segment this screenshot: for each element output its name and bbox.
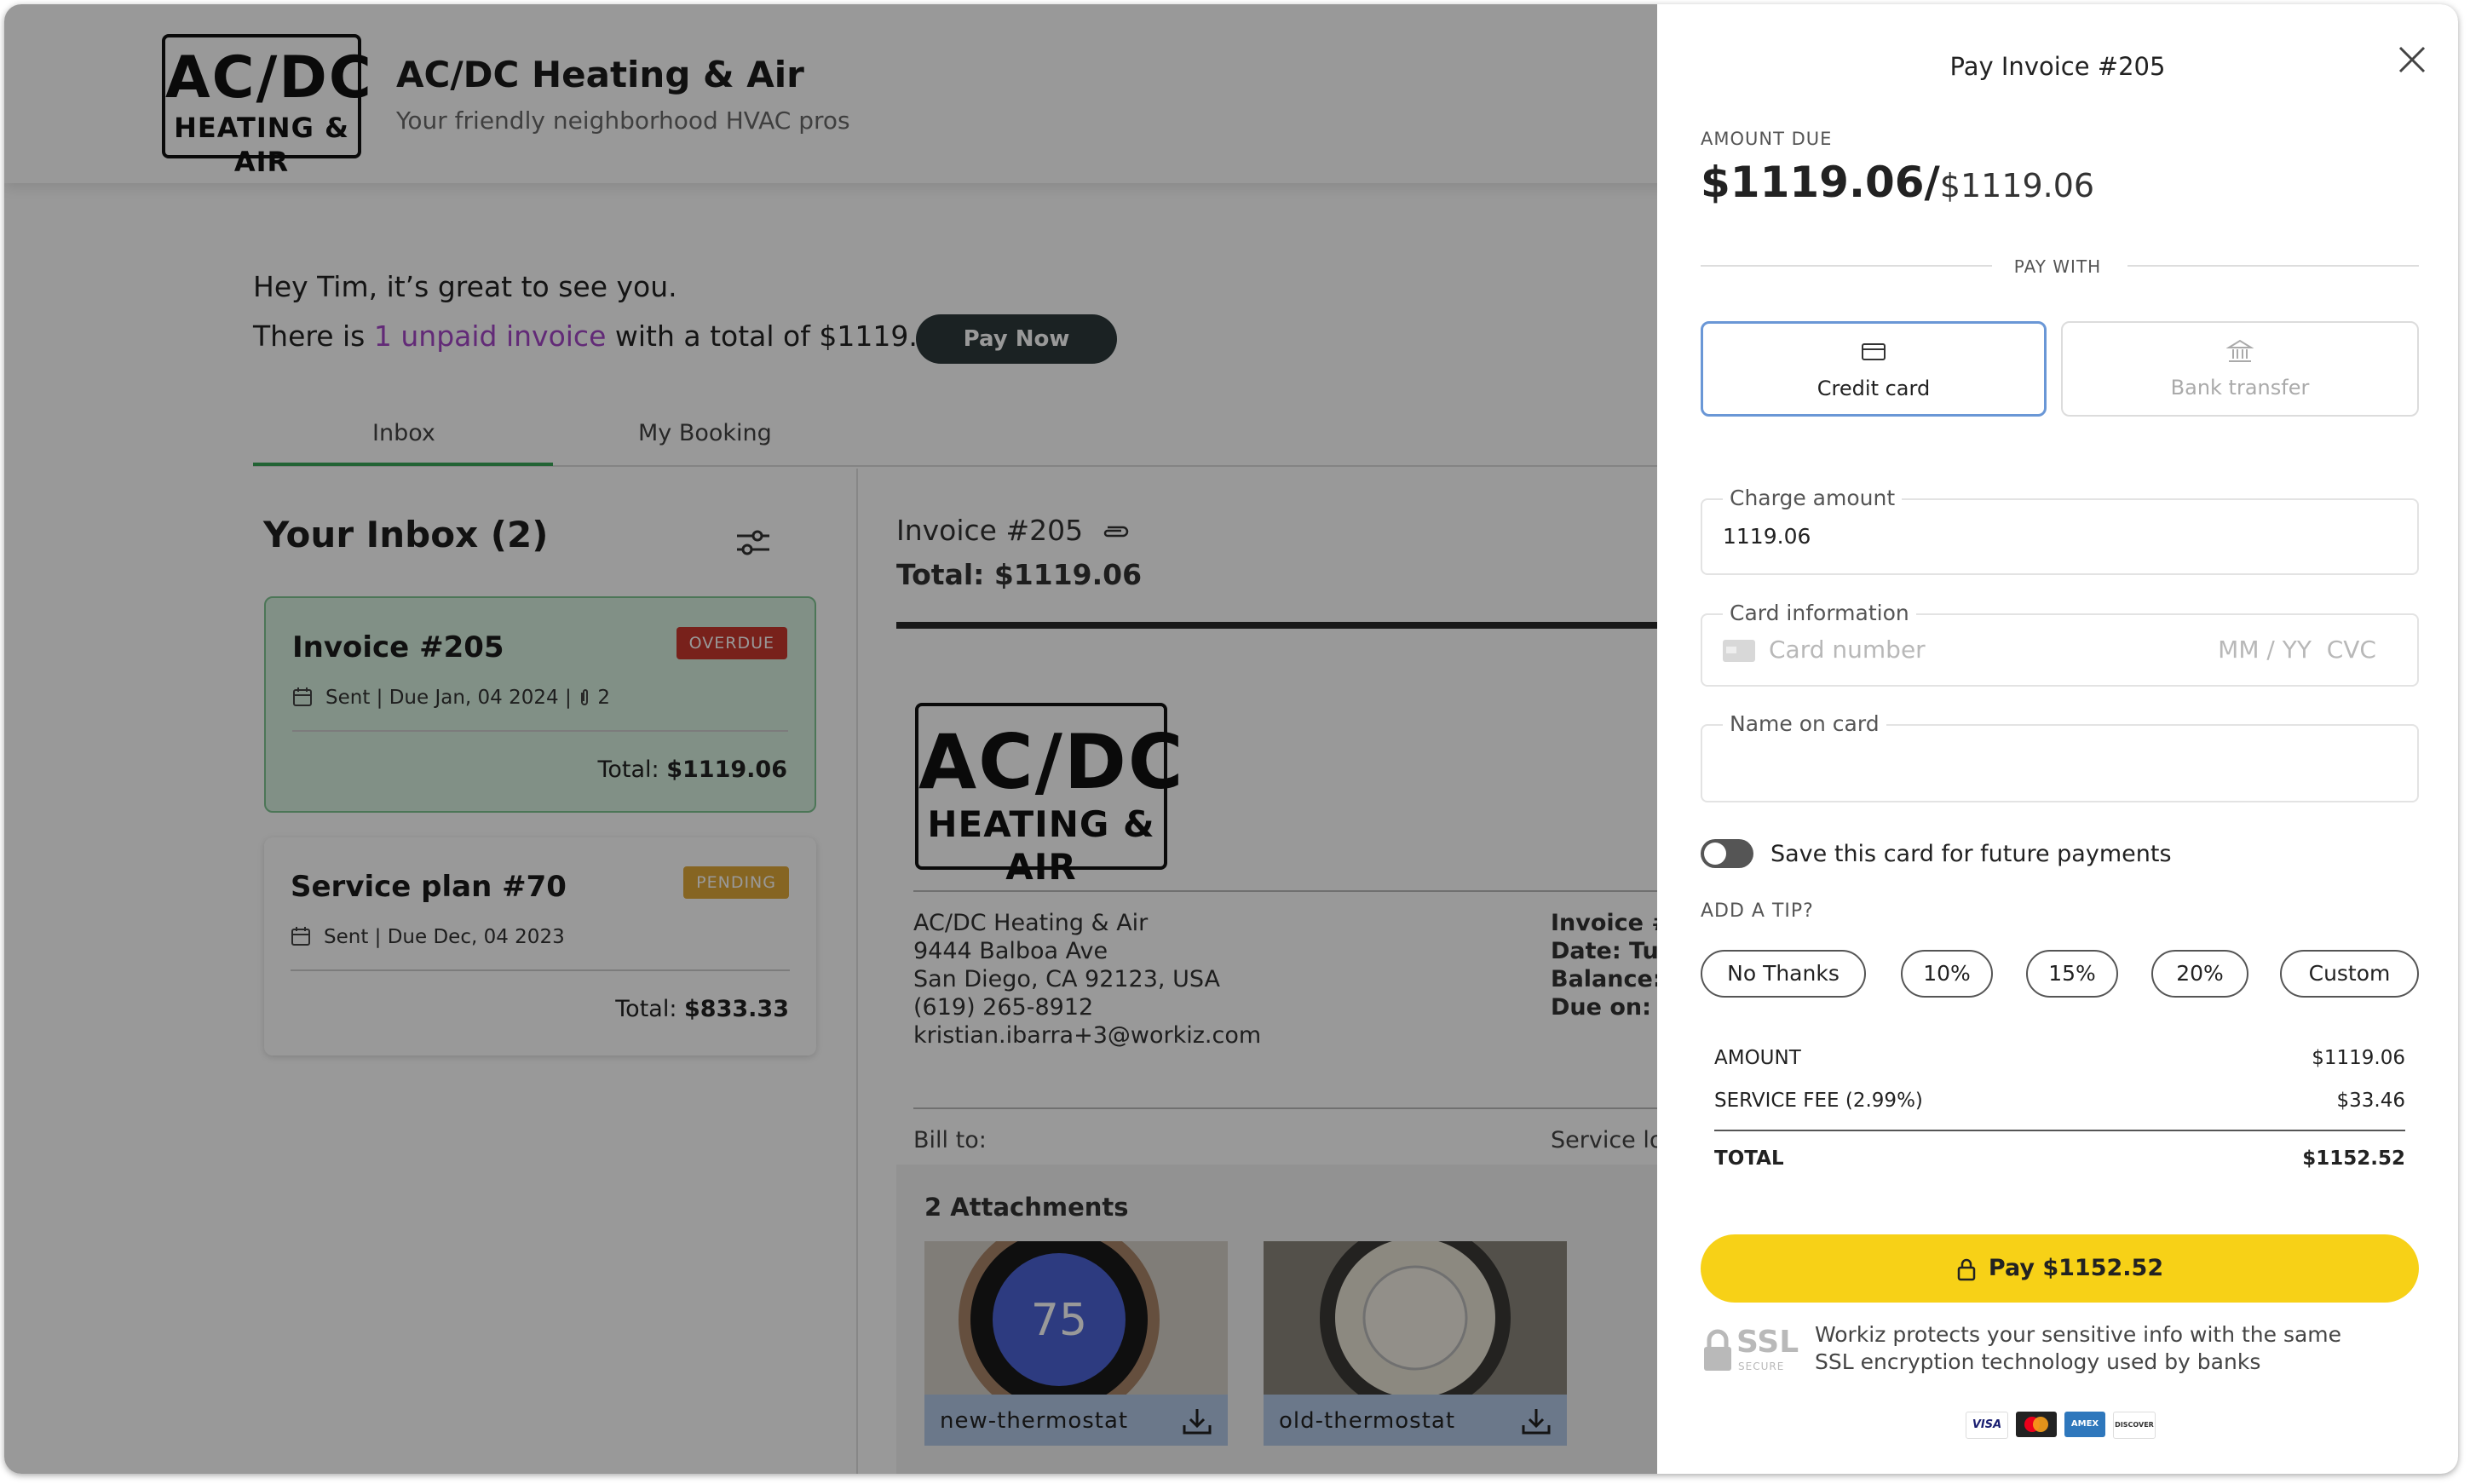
amount-due: $1119.06/$1119.06 [1701, 158, 2095, 207]
name-on-card-field[interactable]: Name on card [1701, 711, 2419, 802]
summary-fee-row: SERVICE FEE (2.99%) $33.46 [1714, 1090, 2405, 1112]
summary-total-row: TOTAL $1152.52 [1714, 1148, 2405, 1170]
pay-button[interactable]: Pay $1152.52 [1701, 1234, 2419, 1303]
card-brands: VISA AMEX DISCOVER [1966, 1412, 2163, 1439]
summary-amount-row: AMOUNT $1119.06 [1714, 1047, 2405, 1069]
tip-label: ADD A TIP? [1701, 900, 1814, 922]
credit-card-icon [1862, 343, 1886, 360]
charge-amount-field[interactable]: Charge amount 1119.06 [1701, 486, 2419, 575]
tip-15[interactable]: 15% [2026, 950, 2118, 998]
save-card-toggle[interactable] [1701, 839, 1753, 868]
tip-20[interactable]: 20% [2151, 950, 2248, 998]
charge-amount-value: 1119.06 [1723, 524, 1811, 549]
mastercard-icon [2016, 1412, 2057, 1437]
ssl-lock-icon [1704, 1329, 1731, 1371]
lock-icon [1957, 1258, 1976, 1280]
card-number-input[interactable]: Card number [1769, 636, 1926, 664]
pay-with-label: PAY WITH [2013, 256, 2102, 277]
payment-title: Pay Invoice #205 [1949, 52, 2166, 81]
tip-custom[interactable]: Custom [2280, 950, 2419, 998]
ssl-info-text: Workiz protects your sensitive info with… [1815, 1322, 2342, 1374]
expiry-cvc-input[interactable]: MM / YY CVC [2218, 636, 2376, 664]
amex-icon: AMEX [2064, 1412, 2105, 1437]
method-credit-card[interactable]: Credit card [1701, 321, 2047, 417]
card-information-field[interactable]: Card information Card number MM / YY CVC [1701, 601, 2419, 687]
tip-10[interactable]: 10% [1901, 950, 1993, 998]
close-icon[interactable] [2395, 43, 2429, 77]
amount-due-label: AMOUNT DUE [1701, 129, 1833, 149]
app-window: AC/DC HEATING & AIR AC/DC Heating & Air … [4, 4, 2458, 1474]
visa-icon: VISA [1966, 1412, 2008, 1439]
bank-icon [2226, 339, 2254, 362]
ssl-secure-badge: SSL SECURE [1701, 1325, 1799, 1376]
card-brand-placeholder-icon [1723, 640, 1755, 662]
payment-drawer: Pay Invoice #205 AMOUNT DUE $1119.06/$11… [1657, 4, 2458, 1474]
save-card-label: Save this card for future payments [1770, 841, 2172, 867]
discover-icon: DISCOVER [2113, 1412, 2156, 1439]
tip-no-thanks[interactable]: No Thanks [1701, 950, 1866, 998]
method-bank-transfer[interactable]: Bank transfer [2061, 321, 2419, 417]
